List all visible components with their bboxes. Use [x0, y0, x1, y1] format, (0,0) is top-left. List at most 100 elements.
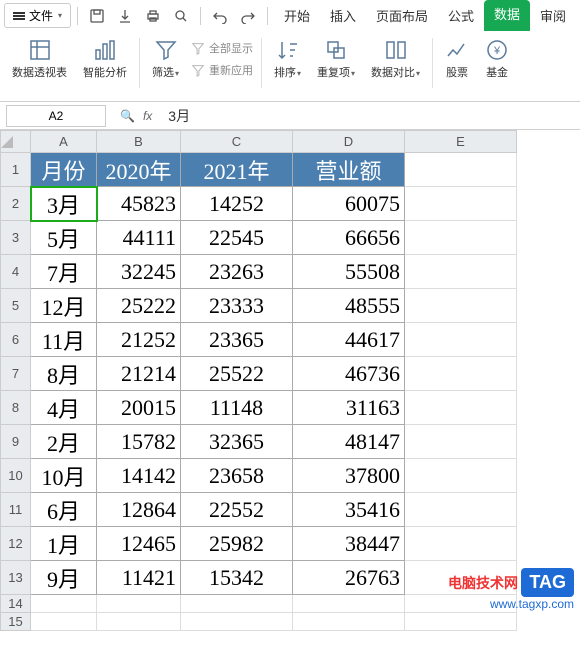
cell[interactable]: 44617: [293, 323, 405, 357]
tab-start[interactable]: 开始: [274, 0, 320, 31]
row-header[interactable]: 15: [1, 613, 31, 631]
cell[interactable]: 2021年: [181, 153, 293, 187]
cell[interactable]: [405, 323, 517, 357]
cell[interactable]: [405, 221, 517, 255]
cell[interactable]: [405, 391, 517, 425]
cell[interactable]: 6月: [31, 493, 97, 527]
cell[interactable]: 25982: [181, 527, 293, 561]
fx-label[interactable]: fx: [143, 109, 152, 123]
cell[interactable]: 21214: [97, 357, 181, 391]
row-header[interactable]: 13: [1, 561, 31, 595]
select-all-corner[interactable]: [1, 131, 31, 153]
undo-icon[interactable]: [207, 3, 233, 29]
row-header[interactable]: 14: [1, 595, 31, 613]
cell[interactable]: 48147: [293, 425, 405, 459]
row-header[interactable]: 10: [1, 459, 31, 493]
fund-button[interactable]: ¥ 基金: [477, 38, 517, 80]
cell[interactable]: 60075: [293, 187, 405, 221]
cell[interactable]: 10月: [31, 459, 97, 493]
cell[interactable]: 5月: [31, 221, 97, 255]
cell[interactable]: 11421: [97, 561, 181, 595]
cell[interactable]: 7月: [31, 255, 97, 289]
cell[interactable]: 12465: [97, 527, 181, 561]
cell[interactable]: 38447: [293, 527, 405, 561]
cell[interactable]: [405, 561, 517, 595]
cell[interactable]: [405, 527, 517, 561]
cell[interactable]: 20015: [97, 391, 181, 425]
cell[interactable]: [405, 459, 517, 493]
cell-active[interactable]: 3月: [31, 187, 97, 221]
cell[interactable]: [405, 187, 517, 221]
smart-button[interactable]: 智能分析: [75, 38, 135, 80]
cell[interactable]: 15342: [181, 561, 293, 595]
cell[interactable]: 12月: [31, 289, 97, 323]
cell[interactable]: 14142: [97, 459, 181, 493]
show-all-button[interactable]: 全部显示: [187, 38, 257, 58]
cell[interactable]: [405, 357, 517, 391]
col-header-A[interactable]: A: [31, 131, 97, 153]
tab-data[interactable]: 数据: [484, 0, 530, 31]
cell[interactable]: 1月: [31, 527, 97, 561]
cell[interactable]: 9月: [31, 561, 97, 595]
cell[interactable]: 32365: [181, 425, 293, 459]
row-header[interactable]: 6: [1, 323, 31, 357]
spreadsheet[interactable]: A B C D E 1 月份 2020年 2021年 营业额 2 3月 4582…: [0, 130, 517, 631]
col-header-B[interactable]: B: [97, 131, 181, 153]
col-header-D[interactable]: D: [293, 131, 405, 153]
row-header[interactable]: 12: [1, 527, 31, 561]
col-header-C[interactable]: C: [181, 131, 293, 153]
cell[interactable]: [405, 153, 517, 187]
cell[interactable]: 45823: [97, 187, 181, 221]
cell[interactable]: 26763: [293, 561, 405, 595]
formula-value[interactable]: 3月: [160, 106, 198, 126]
cell[interactable]: 25222: [97, 289, 181, 323]
row-header[interactable]: 11: [1, 493, 31, 527]
row-header[interactable]: 2: [1, 187, 31, 221]
tab-review[interactable]: 审阅: [530, 0, 576, 31]
cell[interactable]: 15782: [97, 425, 181, 459]
cell[interactable]: 14252: [181, 187, 293, 221]
name-box[interactable]: A2: [6, 105, 106, 127]
cell[interactable]: 22545: [181, 221, 293, 255]
stock-button[interactable]: 股票: [437, 38, 477, 80]
cell[interactable]: 66656: [293, 221, 405, 255]
cell[interactable]: 23365: [181, 323, 293, 357]
cell[interactable]: 11148: [181, 391, 293, 425]
cell[interactable]: 12864: [97, 493, 181, 527]
cell[interactable]: 23263: [181, 255, 293, 289]
row-header[interactable]: 3: [1, 221, 31, 255]
export-icon[interactable]: [112, 3, 138, 29]
row-header[interactable]: 7: [1, 357, 31, 391]
filter-button[interactable]: 筛选▾: [144, 38, 187, 80]
tab-formula[interactable]: 公式: [438, 0, 484, 31]
cell[interactable]: 月份: [31, 153, 97, 187]
cell[interactable]: 46736: [293, 357, 405, 391]
cell[interactable]: 11月: [31, 323, 97, 357]
cell[interactable]: 32245: [97, 255, 181, 289]
cell[interactable]: 31163: [293, 391, 405, 425]
cell[interactable]: 35416: [293, 493, 405, 527]
tab-layout[interactable]: 页面布局: [366, 0, 438, 31]
cell[interactable]: 8月: [31, 357, 97, 391]
cell[interactable]: 22552: [181, 493, 293, 527]
zoom-icon[interactable]: 🔍: [120, 109, 135, 123]
row-header[interactable]: 4: [1, 255, 31, 289]
row-header[interactable]: 9: [1, 425, 31, 459]
row-header[interactable]: 5: [1, 289, 31, 323]
redo-icon[interactable]: [235, 3, 261, 29]
cell[interactable]: 44111: [97, 221, 181, 255]
cell[interactable]: 营业额: [293, 153, 405, 187]
cell[interactable]: 25522: [181, 357, 293, 391]
cell[interactable]: 2月: [31, 425, 97, 459]
cell[interactable]: 37800: [293, 459, 405, 493]
dedup-button[interactable]: 重复项▾: [309, 38, 363, 80]
cell[interactable]: 4月: [31, 391, 97, 425]
sort-button[interactable]: 排序▾: [266, 38, 309, 80]
tab-insert[interactable]: 插入: [320, 0, 366, 31]
print-icon[interactable]: [140, 3, 166, 29]
cell[interactable]: 48555: [293, 289, 405, 323]
cell[interactable]: [405, 425, 517, 459]
save-icon[interactable]: [84, 3, 110, 29]
cell[interactable]: 2020年: [97, 153, 181, 187]
cell[interactable]: 55508: [293, 255, 405, 289]
